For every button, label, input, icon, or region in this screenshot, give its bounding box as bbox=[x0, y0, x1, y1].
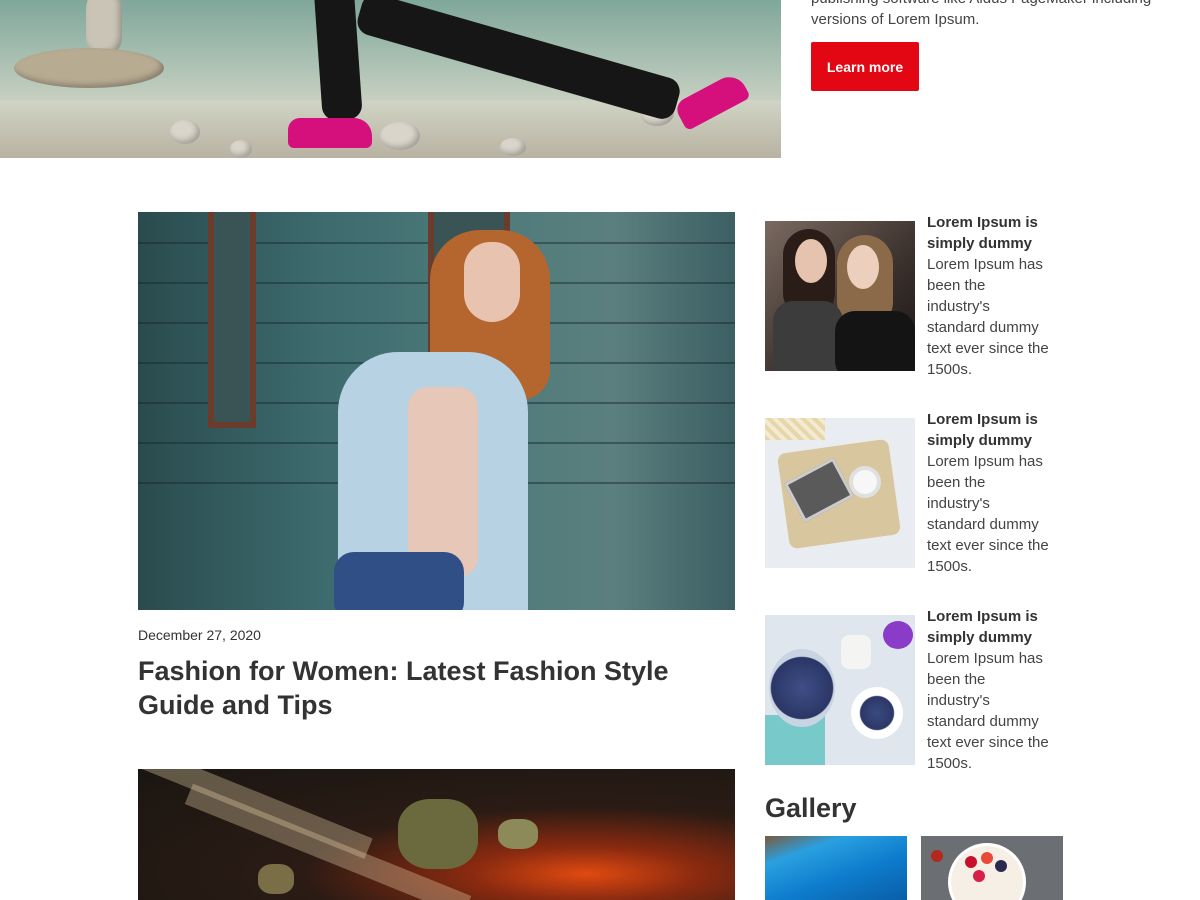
face bbox=[795, 239, 827, 283]
hero-description: publishing software like Aldus PageMaker… bbox=[811, 0, 1151, 28]
sidebar-post-body: Lorem Ipsum has been the industry's stan… bbox=[927, 650, 1049, 772]
woman-top bbox=[408, 387, 478, 577]
debris bbox=[258, 864, 294, 894]
cloth bbox=[765, 418, 825, 440]
milk-jar bbox=[841, 635, 871, 669]
hero-stone bbox=[380, 122, 420, 150]
sidebar-post-text: Lorem Ipsum is simply dummy Lorem Ipsum … bbox=[927, 409, 1052, 577]
debris bbox=[398, 799, 478, 869]
hero-stone bbox=[500, 138, 526, 156]
berry bbox=[981, 852, 993, 864]
berry-bowl bbox=[769, 649, 835, 727]
face bbox=[847, 245, 879, 289]
outfit bbox=[773, 301, 843, 371]
jeans bbox=[334, 552, 464, 610]
gallery-image[interactable] bbox=[765, 836, 907, 900]
sidebar-post-text: Lorem Ipsum is simply dummy Lorem Ipsum … bbox=[927, 606, 1052, 774]
article-image[interactable] bbox=[138, 212, 735, 610]
learn-more-button[interactable]: Learn more bbox=[811, 42, 919, 91]
hero-leg bbox=[313, 0, 363, 122]
article-date: December 27, 2020 bbox=[138, 627, 261, 643]
berry bbox=[965, 856, 977, 868]
cup bbox=[853, 470, 877, 494]
sidebar-post-thumbnail[interactable] bbox=[765, 418, 915, 568]
flower bbox=[883, 621, 913, 649]
sidebar-post-title[interactable]: Lorem Ipsum is simply dummy bbox=[927, 411, 1038, 449]
second-article-image[interactable] bbox=[138, 769, 735, 900]
hero-shoe bbox=[288, 118, 372, 148]
hero-stone bbox=[170, 120, 200, 144]
berry bbox=[973, 870, 985, 882]
berry-bowl bbox=[851, 687, 903, 739]
debris bbox=[498, 819, 538, 849]
sidebar-post-thumbnail[interactable] bbox=[765, 221, 915, 371]
hero-stone bbox=[230, 140, 252, 158]
sidebar-post-title[interactable]: Lorem Ipsum is simply dummy bbox=[927, 214, 1038, 252]
woman-face bbox=[464, 242, 520, 322]
window-frame bbox=[208, 212, 256, 428]
hero-stone bbox=[14, 48, 164, 88]
sidebar-post-body: Lorem Ipsum has been the industry's stan… bbox=[927, 256, 1049, 378]
sidebar-post-thumbnail[interactable] bbox=[765, 615, 915, 765]
sidebar-post-text: Lorem Ipsum is simply dummy Lorem Ipsum … bbox=[927, 212, 1052, 380]
outfit bbox=[835, 311, 915, 371]
sidebar-post-body: Lorem Ipsum has been the industry's stan… bbox=[927, 453, 1049, 575]
hero-image bbox=[0, 0, 781, 158]
sidebar-post-title[interactable]: Lorem Ipsum is simply dummy bbox=[927, 608, 1038, 646]
berry bbox=[931, 850, 943, 862]
berry bbox=[995, 860, 1007, 872]
article-title[interactable]: Fashion for Women: Latest Fashion Style … bbox=[138, 654, 718, 722]
gallery-heading: Gallery bbox=[765, 793, 857, 823]
gallery-image[interactable] bbox=[921, 836, 1063, 900]
